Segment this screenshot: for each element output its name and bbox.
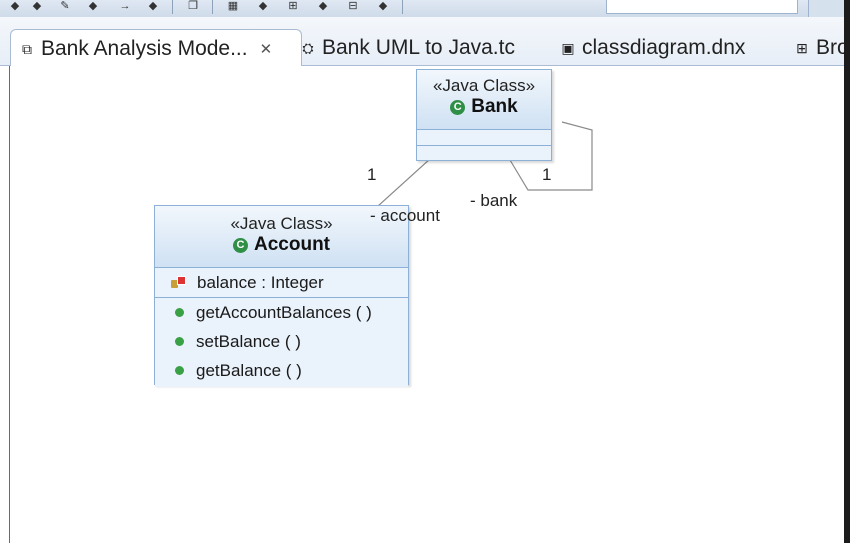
diamond-icon[interactable]: ◆: [256, 0, 270, 12]
operation-label: setBalance ( ): [196, 332, 301, 351]
multiplicity-label-account: 1: [367, 165, 377, 184]
diamond-icon[interactable]: ◆: [30, 0, 44, 12]
class-stereotype: «Java Class»: [432, 76, 536, 95]
operation-label: getBalance ( ): [196, 361, 302, 380]
public-method-icon: [175, 308, 184, 317]
transform-icon: ⛭: [302, 39, 314, 56]
class-account[interactable]: «Java Class» C Account balance : Integer…: [154, 205, 409, 387]
tab-browse[interactable]: ⊞ Bro: [794, 30, 849, 65]
diamond-icon[interactable]: ◆: [316, 0, 330, 12]
class-icon: C: [450, 99, 466, 115]
operation-label: getAccountBalances ( ): [196, 303, 372, 322]
private-field-icon: [171, 275, 186, 290]
tab-bank-analysis-model[interactable]: ⧉ Bank Analysis Mode... ✕: [10, 29, 302, 67]
diamond-icon[interactable]: ◆: [86, 0, 100, 12]
browse-icon: ⊞: [796, 39, 808, 56]
layout-icon[interactable]: ⊞: [286, 0, 300, 12]
attribute-label: balance : Integer: [197, 273, 324, 292]
close-icon[interactable]: ✕: [260, 40, 273, 58]
grid-icon[interactable]: ▦: [226, 0, 240, 12]
diamond-icon[interactable]: ◆: [8, 0, 22, 12]
window-right-edge: [844, 0, 850, 543]
tab-label: classdiagram.dnx: [582, 35, 746, 59]
public-method-icon: [175, 366, 184, 375]
diagram-icon: ▣: [561, 39, 575, 56]
role-label-account: - account: [370, 206, 440, 225]
toolbar-separator: [172, 0, 173, 14]
class-account-attributes: balance : Integer: [155, 267, 408, 297]
toolbar-separator: [402, 0, 403, 14]
arrow-right-icon[interactable]: →: [118, 0, 132, 12]
class-name-label: Bank: [471, 96, 518, 117]
diamond-icon[interactable]: ◆: [376, 0, 390, 12]
class-bank-operations: [417, 145, 551, 160]
editor-tab-bar: ⧉ Bank Analysis Mode... ✕ ⛭ Bank UML to …: [0, 17, 850, 67]
operation-row[interactable]: setBalance ( ): [155, 327, 408, 356]
operation-row[interactable]: getAccountBalances ( ): [155, 298, 408, 327]
class-bank-attributes: [417, 129, 551, 145]
toolbar-separator: [212, 0, 213, 14]
tab-bank-uml-to-java[interactable]: ⛭ Bank UML to Java.tc: [300, 30, 515, 65]
operation-row[interactable]: getBalance ( ): [155, 356, 408, 385]
class-bank-header: «Java Class» C Bank: [417, 70, 551, 129]
class-icon: C: [233, 237, 248, 253]
public-method-icon: [175, 337, 184, 346]
toolbar: ◆ ◆ ✎ ◆ → ◆ ❐ ▦ ◆ ⊞ ◆ ⊟ ◆: [0, 0, 850, 18]
class-account-operations: getAccountBalances ( ) setBalance ( ) ge…: [155, 297, 408, 387]
class-name-label: Account: [254, 234, 330, 255]
role-label-bank: - bank: [470, 191, 518, 210]
pencil-icon[interactable]: ✎: [58, 0, 72, 12]
class-bank[interactable]: «Java Class» C Bank: [416, 69, 552, 161]
class-name: C Account: [155, 234, 408, 256]
copy-icon[interactable]: ❐: [186, 0, 200, 12]
multiplicity-label-bank: 1: [542, 165, 552, 184]
diamond-icon[interactable]: ◆: [146, 0, 160, 12]
tree-icon[interactable]: ⊟: [346, 0, 360, 12]
model-icon: ⧉: [22, 40, 32, 57]
class-name: C Bank: [417, 96, 551, 118]
tab-label: Bank Analysis Mode...: [41, 36, 248, 60]
tab-classdiagram[interactable]: ▣ classdiagram.dnx: [560, 30, 745, 65]
toolbar-search-field[interactable]: [606, 0, 798, 14]
canvas-left-border: [9, 66, 10, 543]
tab-label: Bank UML to Java.tc: [322, 35, 515, 59]
attribute-row[interactable]: balance : Integer: [155, 268, 408, 297]
